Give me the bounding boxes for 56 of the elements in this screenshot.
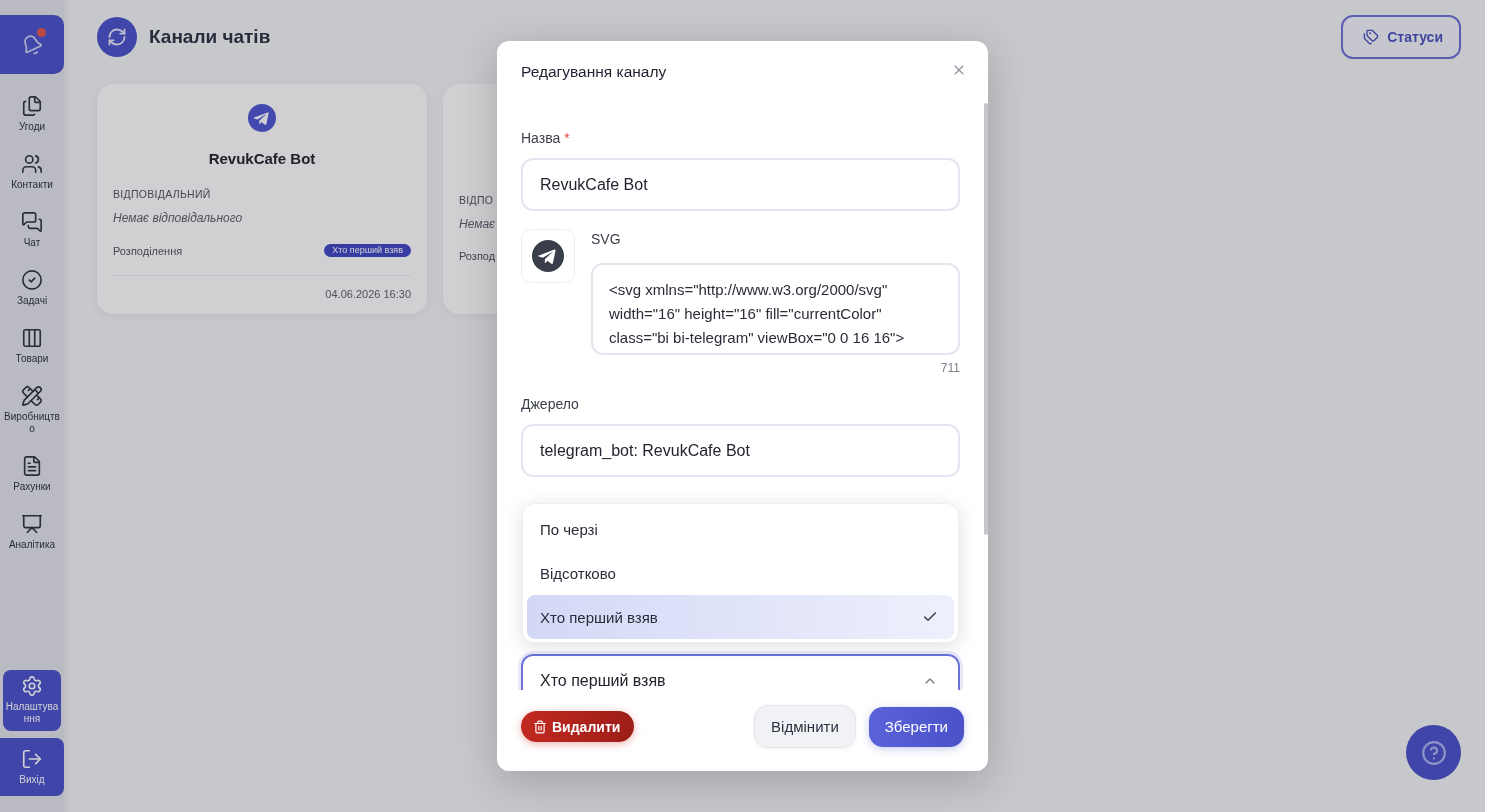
documents-icon (21, 95, 43, 117)
cancel-button[interactable]: Відмінити (754, 705, 856, 748)
logout-button[interactable]: Вихід (0, 738, 64, 796)
statuses-button[interactable]: Статуси (1341, 15, 1461, 59)
trash-icon (533, 719, 547, 734)
distribution-badge: Хто перший взяв (324, 244, 411, 257)
channel-card[interactable]: RevukCafe Bot ВІДПОВІДАЛЬНИЙ Немає відповідального Розподілення Хто перший взяв 04.06.2026 16:30 (97, 84, 427, 314)
tags-icon (1363, 29, 1380, 45)
logout-icon (21, 748, 43, 770)
help-icon (1420, 739, 1447, 766)
help-button[interactable] (1406, 725, 1461, 780)
scrollbar-thumb[interactable] (984, 103, 988, 535)
columns-icon (21, 327, 43, 349)
sidebar-item[interactable]: Товари (3, 322, 61, 371)
dropdown-option[interactable]: Хто перший взяв (527, 595, 954, 639)
field-label: SVG (591, 230, 622, 249)
text-input[interactable]: RevukCafe Bot (521, 158, 960, 211)
pencil-ruler-icon (21, 385, 43, 407)
settings-icon (21, 675, 43, 697)
sidebar-item[interactable]: Рахунки (3, 450, 61, 499)
character-counter: 711 (940, 361, 960, 375)
presentation-board-icon (21, 513, 43, 535)
sidebar-item[interactable]: Задачі (3, 264, 61, 313)
chat-bubbles-icon (21, 211, 43, 233)
paper-plane-icon (248, 104, 276, 132)
save-button[interactable]: Зберегти (868, 706, 964, 747)
text-input[interactable]: telegram_bot: RevukCafe Bot (521, 424, 960, 477)
delete-button[interactable]: Видалити (521, 711, 635, 742)
document-icon (21, 455, 43, 477)
notifications-button[interactable] (0, 15, 64, 74)
channel-name: RevukCafe Bot (208, 150, 316, 167)
sidebar-item[interactable]: Контакти (3, 148, 61, 197)
check-circle-icon (21, 269, 43, 291)
code-textarea[interactable]: <svg xmlns="http://www.w3.org/2000/svg" width="16" height="16" fill="currentColor" class="bi bi-telegram" viewBox="0 0 16 16"> (591, 263, 960, 355)
sidebar-item[interactable]: Аналітика (3, 508, 61, 557)
sidebar-item[interactable]: Виробництво (3, 380, 61, 441)
field-label: Джерело (521, 395, 580, 414)
sidebar-item[interactable]: Чат (3, 206, 61, 255)
distribution-label: Розподілення (113, 244, 183, 257)
refresh-icon (107, 27, 127, 47)
dropdown-option[interactable]: По черзі (527, 507, 954, 551)
people-icon (21, 153, 43, 175)
field-label: Назва * (521, 129, 571, 148)
created-date: 04.06.2026 16:30 (325, 288, 411, 300)
dialog-title: Редагування каналу (521, 62, 667, 82)
distribution-label: Розпод (459, 250, 496, 262)
page-title: Канали чатів (149, 26, 271, 48)
responsible-label: ВІДПОВІДАЛЬНИЙ (113, 188, 211, 200)
sidebar-item[interactable]: Угоди (3, 90, 61, 139)
refresh-button[interactable] (97, 17, 137, 57)
paper-plane-icon (532, 240, 564, 272)
responsible-label: ВІДПО (459, 194, 494, 206)
sidebar-item[interactable]: Налаштування (3, 670, 61, 731)
dropdown-option[interactable]: Відсотково (527, 551, 954, 595)
responsible-value: Немає (459, 217, 496, 231)
responsible-value: Немає відповідального (113, 211, 243, 225)
